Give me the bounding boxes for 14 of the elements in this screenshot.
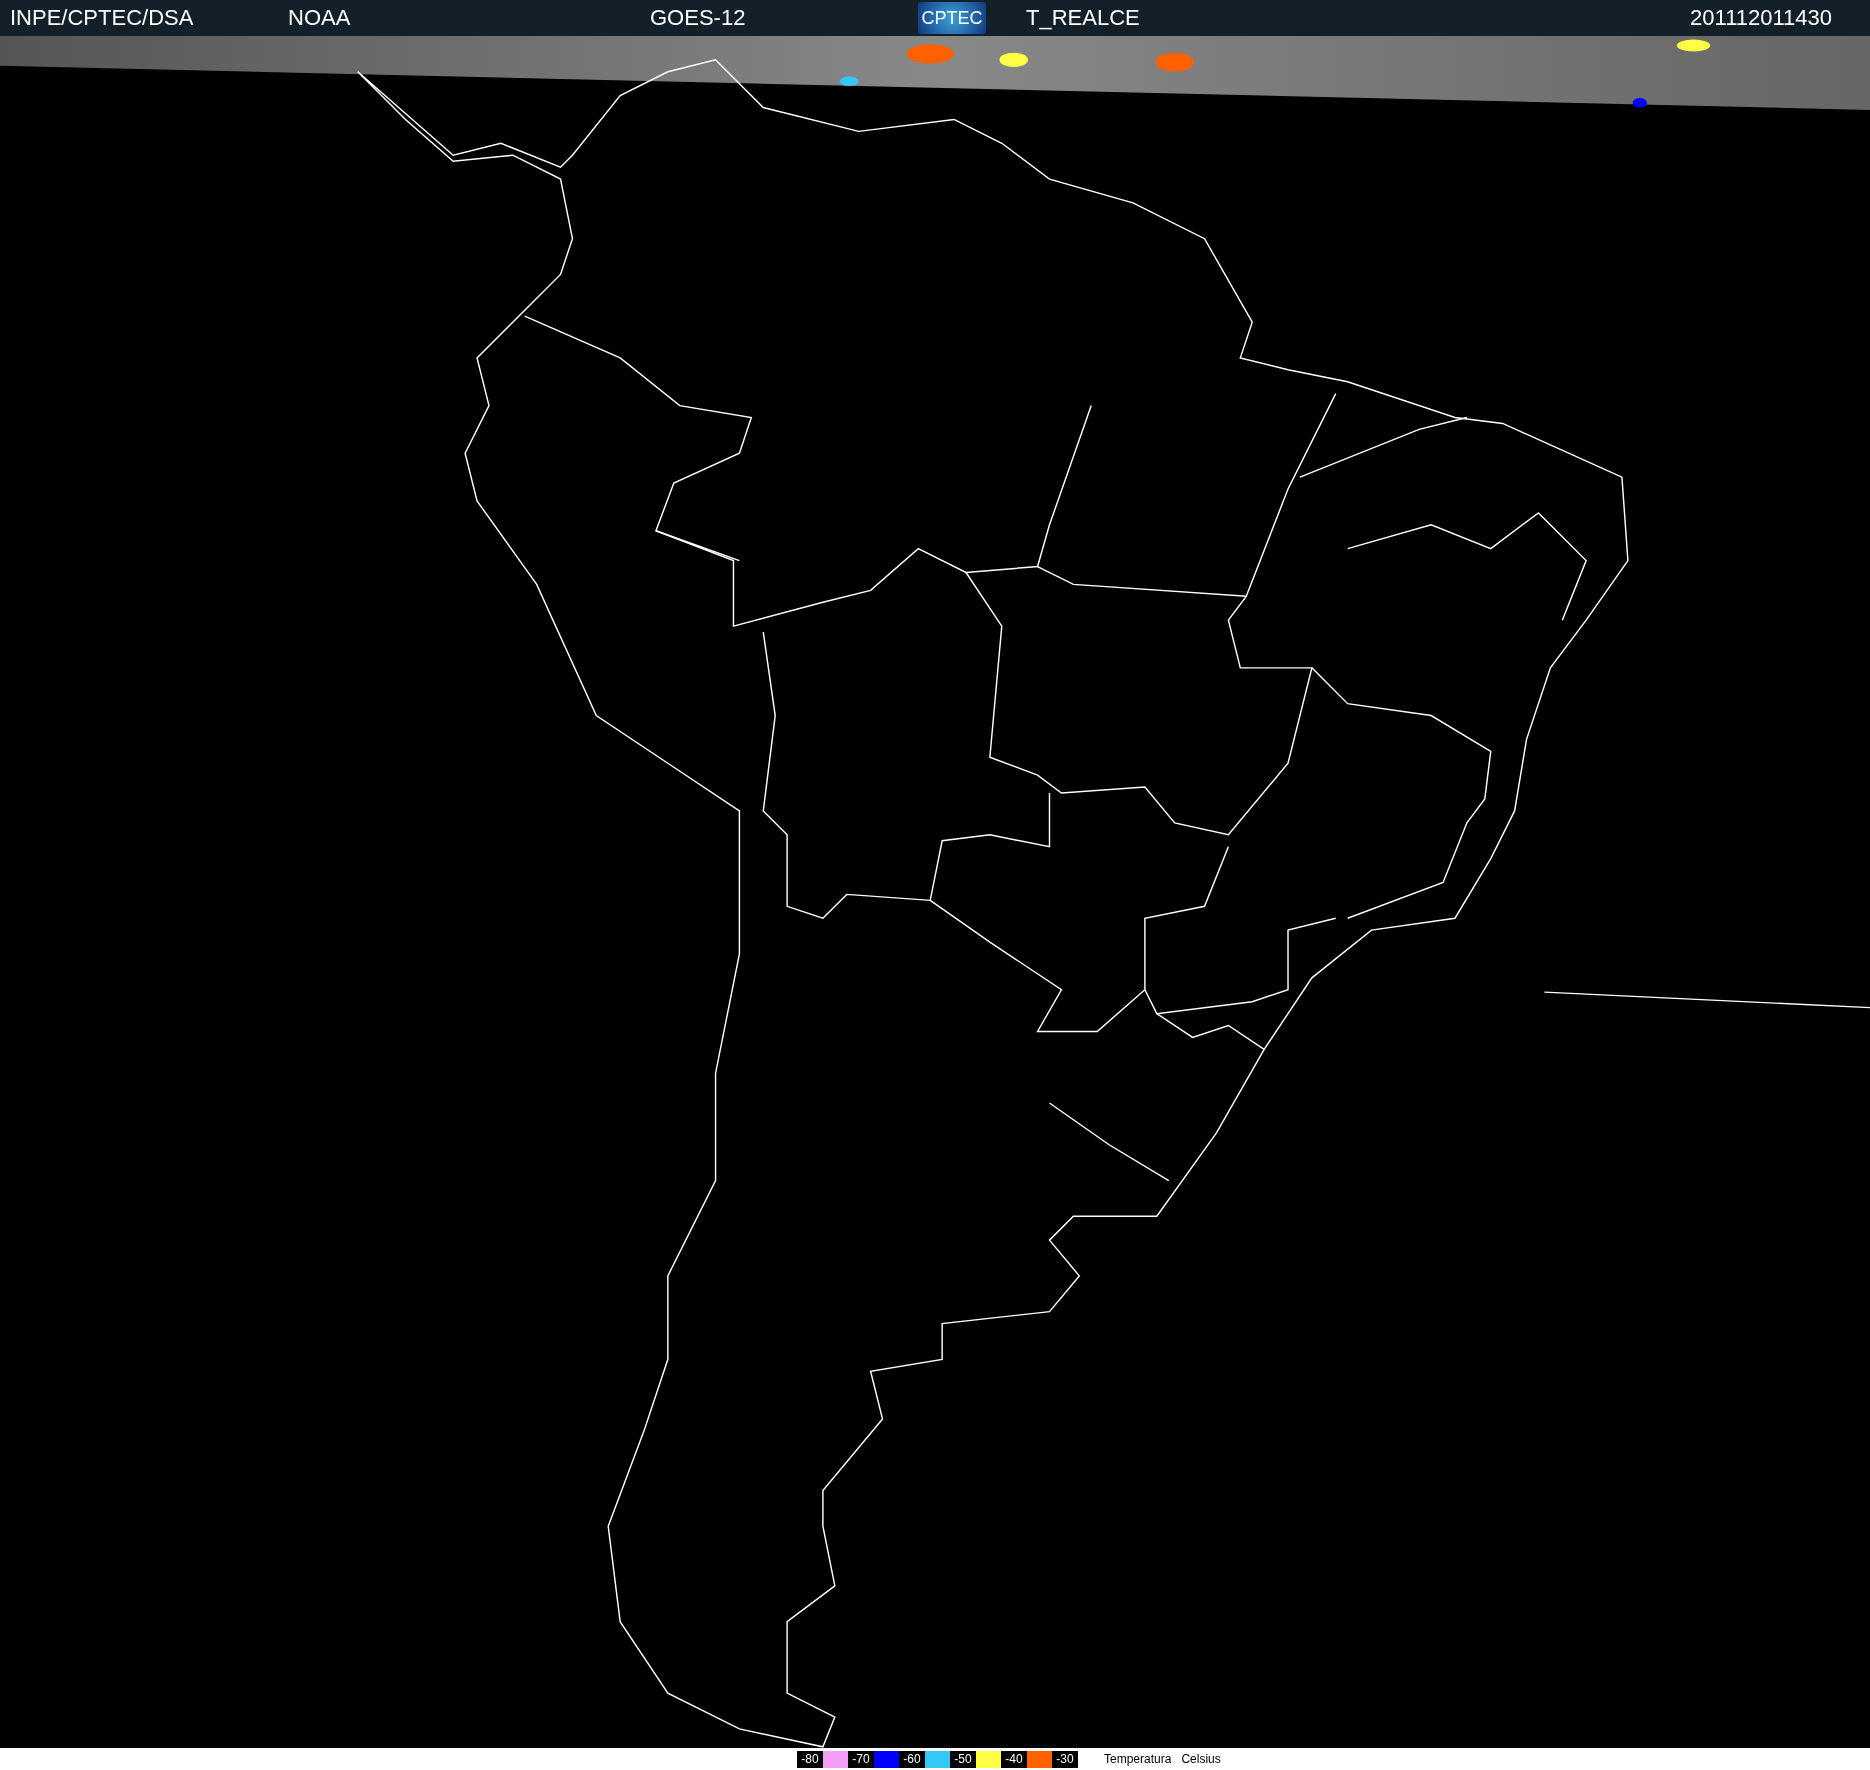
legend-value: -80 [797,1750,823,1768]
legend-value: -30 [1052,1750,1078,1768]
product-label: T_REALCE [1026,5,1141,31]
satellite-label: GOES-12 [650,5,747,31]
logo: CPTEC [918,2,986,34]
legend-value: -50 [950,1750,976,1768]
legend-title: Temperatura [1104,1752,1172,1766]
legend-value: -60 [899,1750,925,1768]
legend-value: -70 [848,1750,874,1768]
timestamp-label: 201112011430 [1690,5,1833,31]
legend-unit: Celsius [1181,1752,1221,1766]
source-label: INPE/CPTEC/DSA [9,5,195,31]
legend-value: -40 [1001,1750,1027,1768]
agency-label: NOAA [288,5,352,31]
